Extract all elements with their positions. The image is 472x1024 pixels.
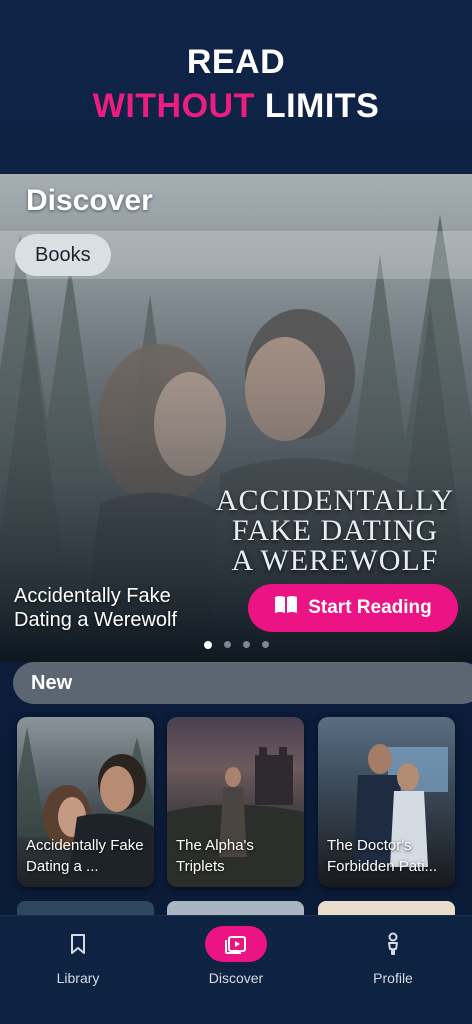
discover-section-title: Discover: [26, 184, 153, 217]
book-card[interactable]: Accidentally Fake Dating a ...: [17, 717, 154, 887]
carousel-dot[interactable]: [223, 641, 231, 648]
book-title: Accidentally Fake Dating a ...: [26, 837, 144, 875]
book-title: The Alpha's Triplets: [176, 837, 254, 875]
start-reading-button[interactable]: Start Reading: [248, 584, 458, 632]
cover-title-line: A WEREWOLF: [231, 544, 439, 577]
nav-profile-label: Profile: [373, 970, 413, 986]
book-title: The Doctor's Forbidden Pati...: [327, 837, 438, 875]
nav-discover-label: Discover: [208, 970, 264, 986]
bookmark-icon: [69, 926, 87, 962]
hero-title-accent: WITHOUT: [92, 87, 255, 125]
carousel-dot[interactable]: [242, 641, 250, 648]
carousel-dot[interactable]: [203, 641, 212, 649]
person-icon: [384, 926, 402, 962]
book-card[interactable]: The Doctor's Forbidden Pati...: [318, 717, 455, 887]
nav-library-label: Library: [56, 970, 100, 986]
hero-title-line1: READ: [186, 43, 286, 81]
hero-title: READ WITHOUT LIMITS: [0, 40, 472, 128]
start-reading-label: Start Reading: [308, 597, 432, 618]
bottom-navigation: Library Discover Profile: [0, 915, 472, 1024]
featured-book-card[interactable]: Discover Books ACCIDENTALLY FAKE DATING …: [0, 174, 472, 662]
open-book-icon: [274, 595, 298, 621]
cover-title-line: ACCIDENTALLY: [215, 484, 455, 517]
new-section-header: New: [13, 662, 472, 704]
nav-profile[interactable]: Profile: [333, 926, 453, 986]
app-screen: READ WITHOUT LIMITS Discover Books ACCID…: [0, 0, 472, 1024]
book-card[interactable]: The Alpha's Triplets: [167, 717, 304, 887]
cover-title-line: FAKE DATING: [231, 514, 439, 547]
featured-book-title: Accidentally Fake Dating a Werewolf: [14, 585, 178, 631]
video-library-icon: [205, 926, 267, 962]
hero-title-line2: WITHOUT LIMITS: [0, 84, 472, 128]
hero-title-rest: LIMITS: [254, 87, 380, 125]
carousel-dot[interactable]: [261, 641, 269, 648]
carousel-dots: [0, 641, 472, 649]
nav-discover[interactable]: Discover: [176, 926, 296, 986]
cover-title-art: ACCIDENTALLY FAKE DATING A WEREWOLF: [210, 486, 460, 576]
nav-library[interactable]: Library: [18, 926, 138, 986]
filter-chip-books[interactable]: Books: [15, 234, 111, 276]
